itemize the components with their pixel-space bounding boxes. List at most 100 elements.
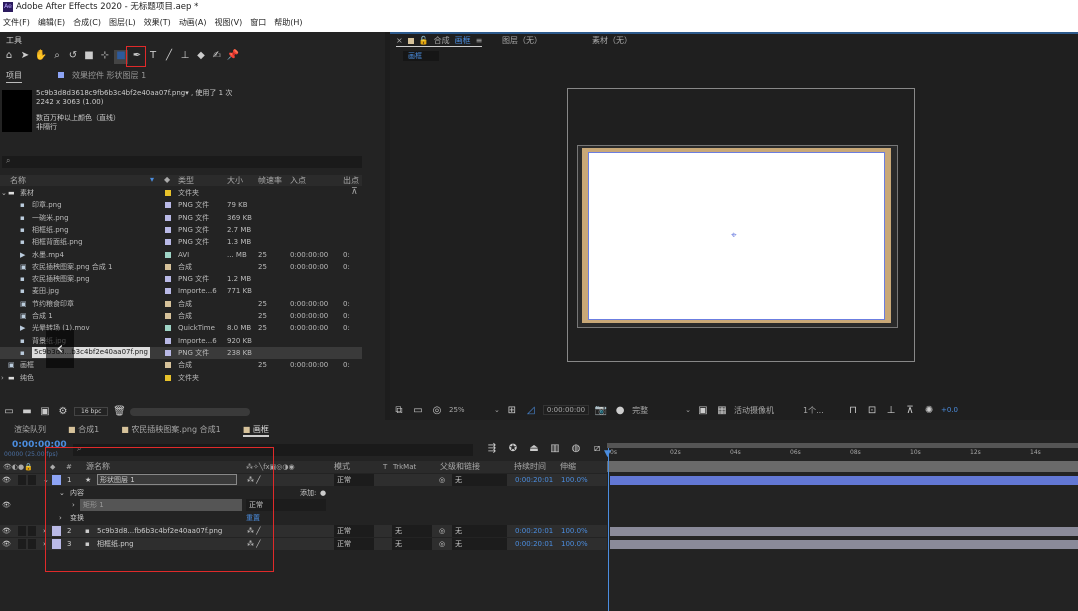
tab-timeline[interactable]: ■ 农民插秧图案.png 合成1 <box>121 424 221 437</box>
label-swatch[interactable] <box>165 214 171 221</box>
eye-icon[interactable]: 👁 <box>2 525 11 537</box>
col-header[interactable]: 名称 <box>10 175 26 186</box>
label-swatch[interactable] <box>165 349 171 356</box>
trkmat-select[interactable]: 无 <box>392 525 432 537</box>
solo-toggle[interactable] <box>18 539 26 549</box>
zoom-select[interactable]: 25% <box>449 406 489 414</box>
new-folder-icon[interactable]: ▬ <box>20 406 34 417</box>
menu-item[interactable]: 效果(T) <box>144 14 171 32</box>
col-header[interactable]: 大小 <box>227 175 243 186</box>
project-item[interactable]: ▣ 农民插秧图案.png 合成 1 合成 25 0:00:00:00 0: <box>0 261 362 273</box>
settings-icon[interactable]: ⚙ <box>56 406 70 417</box>
label-swatch[interactable] <box>165 362 171 369</box>
grid-icon[interactable]: ⊞ <box>505 405 519 416</box>
layer-bar-2[interactable] <box>610 527 1078 536</box>
col-header[interactable]: 入点 <box>290 175 306 186</box>
solo-toggle[interactable] <box>18 526 26 536</box>
roto-brush-icon[interactable]: ✍ <box>210 50 224 64</box>
label-swatch[interactable] <box>165 239 171 246</box>
label-swatch[interactable] <box>165 251 171 258</box>
project-item[interactable]: ▣ 合成 1 合成 25 0:00:00:00 0: <box>0 310 362 322</box>
tab-layer[interactable]: 图层（无） <box>502 35 542 46</box>
monitor-icon[interactable]: ▭ <box>411 405 425 416</box>
anchor-point-icon[interactable]: ⌖ <box>731 230 737 241</box>
selection-arrow-icon[interactable]: ➤ <box>18 50 32 64</box>
menu-item[interactable]: 图层(L) <box>109 14 136 32</box>
project-search-input[interactable]: ⌕ <box>2 156 362 168</box>
time-ruler[interactable]: 0s 02s 04s 06s 08s 10s 12s 14s <box>607 448 1078 460</box>
project-item[interactable]: ▪ 相框纸.png PNG 文件 2.7 MB <box>0 224 362 236</box>
layer-stretch[interactable]: 100.0% <box>561 538 588 550</box>
menu-item[interactable]: 帮助(H) <box>274 14 302 32</box>
label-swatch[interactable] <box>165 288 171 295</box>
fast-preview-icon[interactable]: ⊡ <box>865 405 879 416</box>
lock-toggle[interactable] <box>28 475 36 485</box>
add-icon[interactable]: ● <box>320 487 326 499</box>
tab-effect-controls[interactable]: 效果控件 形状图层 1 <box>72 70 146 81</box>
region-of-interest-icon[interactable]: ▣ <box>696 405 710 416</box>
eye-icon[interactable]: 👁 <box>2 499 11 511</box>
toggle-pixel-icon[interactable]: ⊓ <box>846 405 860 416</box>
tab-footage[interactable]: 素材（无） <box>592 35 632 46</box>
flowchart-icon[interactable]: ⊼ <box>351 187 358 197</box>
col-header[interactable]: 帧速率 <box>258 175 282 186</box>
eye-icon[interactable]: 👁 <box>2 538 11 550</box>
mode-select[interactable]: 正常 <box>334 525 374 537</box>
views-select[interactable]: 1个... <box>803 405 841 416</box>
always-preview-icon[interactable]: ⧉ <box>392 405 406 416</box>
lock-icon[interactable]: 🔓 <box>419 36 429 45</box>
motion-blur-icon[interactable]: ◍ <box>569 443 583 454</box>
tab-timeline[interactable]: ■ 合成1 <box>68 424 99 437</box>
layer-duration[interactable]: 0:00:20:01 <box>515 538 553 550</box>
label-swatch[interactable] <box>165 300 171 307</box>
viewer-timecode[interactable]: 0:00:00:00 <box>542 405 590 415</box>
menu-item[interactable]: 动画(A) <box>179 14 207 32</box>
clone-stamp-icon[interactable]: ⊥ <box>178 50 192 64</box>
home-icon[interactable]: ⌂ <box>2 50 16 64</box>
layer-duration[interactable]: 0:00:20:01 <box>515 525 553 537</box>
brush-icon[interactable]: ╱ <box>162 50 176 64</box>
draft-3d-icon[interactable]: ✪ <box>506 443 520 454</box>
project-item[interactable]: ▪ 农民插秧图案.png PNG 文件 1.2 MB <box>0 273 362 285</box>
pickwhip-icon[interactable]: ◎ <box>439 474 445 486</box>
bpc-button[interactable]: 16 bpc <box>74 407 109 416</box>
project-item[interactable]: ▪ 印章.png PNG 文件 79 KB <box>0 199 362 211</box>
tab-project[interactable]: 项目 <box>6 70 22 83</box>
solo-toggle[interactable] <box>18 475 26 485</box>
work-area[interactable] <box>607 461 1078 472</box>
pan-behind-icon[interactable]: ⊹ <box>98 50 112 64</box>
parent-select[interactable]: 无 <box>452 538 507 550</box>
type-icon[interactable]: T <box>146 50 160 64</box>
transparency-grid-icon[interactable]: ◿ <box>524 405 538 416</box>
mode-select[interactable]: 正常 <box>334 538 374 550</box>
flowchart-icon[interactable]: ⊼ <box>903 405 917 416</box>
channel-icon[interactable]: ● <box>613 405 627 416</box>
project-item[interactable]: › ▬ 纯色 文件夹 <box>0 372 362 384</box>
menu-item[interactable]: 视图(V) <box>215 14 243 32</box>
label-swatch[interactable] <box>165 313 171 319</box>
frame-blend-icon[interactable]: ▥ <box>548 443 562 454</box>
menu-item[interactable]: 窗口 <box>250 14 266 32</box>
chevron-right-icon[interactable]: › <box>1 372 4 384</box>
zoom-icon[interactable]: ⌕ <box>50 50 64 64</box>
project-item[interactable]: ▪ 一碗米.png PNG 文件 369 KB <box>0 212 362 224</box>
project-scrollbar[interactable] <box>130 407 251 416</box>
eye-icon[interactable]: 👁 <box>2 474 11 486</box>
rotate-icon[interactable]: ↺ <box>66 50 80 64</box>
camera-select[interactable]: 活动摄像机 <box>734 405 798 416</box>
label-swatch[interactable] <box>165 190 171 196</box>
eraser-icon[interactable]: ◆ <box>194 50 208 64</box>
label-swatch[interactable] <box>165 374 171 381</box>
layer-duration[interactable]: 0:00:20:01 <box>515 474 553 486</box>
menu-item[interactable]: 文件(F) <box>3 14 30 32</box>
label-swatch[interactable] <box>165 226 171 233</box>
chevron-down-icon[interactable]: ⌄ <box>1 187 7 199</box>
label-swatch[interactable] <box>165 263 171 270</box>
menu-item[interactable]: 合成(C) <box>73 14 101 32</box>
comp-flowchart-icon[interactable]: ⇶ <box>485 443 499 454</box>
exposure-icon[interactable]: ✺ <box>922 405 936 416</box>
playhead-handle-icon[interactable]: ▼ <box>604 449 611 459</box>
menu-item[interactable]: 编辑(E) <box>38 14 65 32</box>
tab-timeline[interactable]: 渲染队列 <box>14 424 46 437</box>
label-swatch[interactable] <box>165 337 171 344</box>
